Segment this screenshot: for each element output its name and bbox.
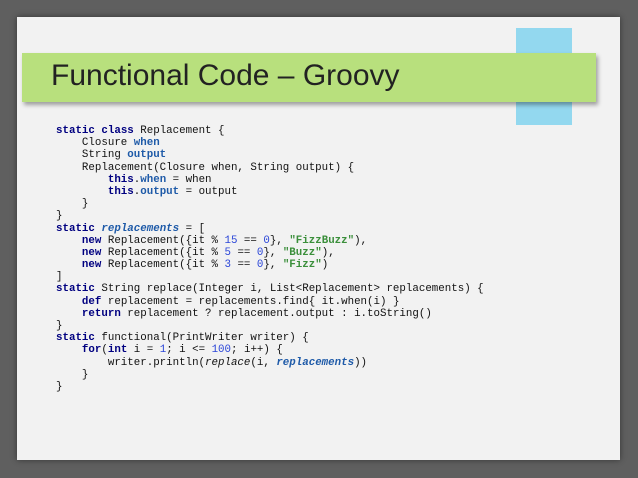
code-token: }, [263,246,283,259]
code-token: static [56,332,95,345]
code-line: this.output = output [56,186,484,198]
code-token: new [81,259,102,272]
slide-title: Functional Code – Groovy [51,59,400,92]
code-token: replacement = replacements.find{ it.when… [101,295,400,308]
code-token: this [107,185,134,198]
code-token: ] [56,271,63,284]
code-token: String replace(Integer i, List<Replaceme… [94,283,484,296]
code-token: } [56,368,89,381]
code-token: = output [179,185,238,198]
code-line: } [56,198,484,210]
code-token: Replacement(Closure when, String output)… [56,161,355,174]
code-token: )) [354,356,368,369]
code-token: = [ [179,222,206,235]
code-token: replace [205,356,251,369]
code-token: new [81,246,102,259]
code-line: } [56,381,484,393]
code-line: Replacement(Closure when, String output)… [56,162,484,174]
code-token: ), [321,246,335,259]
code-token: ; i <= [166,344,212,357]
code-token: replacement ? replacement.output : i.toS… [120,307,432,320]
code-token: functional(PrintWriter writer) { [94,332,309,345]
code-line: static functional(PrintWriter writer) { [56,332,484,344]
code-line: new Replacement({it % 5 == 0}, "Buzz"), [56,247,484,259]
code-token: = when [166,173,212,186]
code-token: == [230,259,257,272]
code-token: i = [127,344,160,357]
code-line: Closure when [56,137,484,149]
code-token: static [56,125,95,137]
code-line: static String replace(Integer i, List<Re… [56,283,484,295]
code-token: when [140,173,167,186]
code-line: static replacements = [ [56,223,484,235]
code-token: Closure [56,137,134,150]
code-token: "FizzBuzz" [289,234,355,247]
code-token: for [81,344,102,357]
code-token: }, [263,259,283,272]
code-line: } [56,210,484,222]
code-token: } [56,210,63,223]
code-token: ; i++) { [231,344,283,357]
code-token: Replacement({it % [101,234,225,247]
code-token: this [107,173,134,186]
code-token: }, [269,234,290,247]
code-token: 15 [224,234,238,247]
code-token: static [56,222,95,235]
code-token: def [81,295,102,308]
title-bar: Functional Code – Groovy [22,53,596,102]
code-line: } [56,369,484,381]
code-token: static [56,283,95,296]
code-token: ), [354,234,368,247]
code-token: == [230,246,257,259]
code-line: writer.println(replace(i, replacements)) [56,357,484,369]
code-token: Replacement({it % [101,246,225,259]
code-line: for(int i = 1; i <= 100; i++) { [56,344,484,356]
code-token: } [56,198,89,211]
code-token: replacements [101,222,180,235]
code-line: this.when = when [56,174,484,186]
code-token: String [56,149,128,162]
code-token: } [56,380,63,393]
code-token: writer.println( [56,356,206,369]
code-token: "Fizz" [282,259,322,272]
code-token: output [127,149,167,162]
code-token: when [133,137,160,150]
code-token: 100 [211,344,232,357]
code-token: ) [321,259,329,272]
code-line: } [56,320,484,332]
code-line: ] [56,271,484,283]
code-token: == [237,234,264,247]
code-line: new Replacement({it % 3 == 0}, "Fizz") [56,259,484,271]
code-token: (i, [250,356,277,369]
code-line: def replacement = replacements.find{ it.… [56,296,484,308]
code-token: "Buzz" [282,246,322,259]
code-token: } [56,320,63,332]
code-token: replacements [276,356,355,369]
code-line: String output [56,149,484,161]
code-line: new Replacement({it % 15 == 0}, "FizzBuz… [56,235,484,247]
code-token: return [81,307,121,320]
code-token: Replacement({it % [101,259,225,272]
code-token: class [101,125,134,137]
code-block: static class Replacement { Closure when … [56,125,484,393]
code-line: return replacement ? replacement.output … [56,308,484,320]
code-token: new [81,234,102,247]
code-token: Replacement { [133,125,225,137]
code-token: int [107,344,128,357]
code-line: static class Replacement { [56,125,484,137]
code-token: output [140,185,180,198]
